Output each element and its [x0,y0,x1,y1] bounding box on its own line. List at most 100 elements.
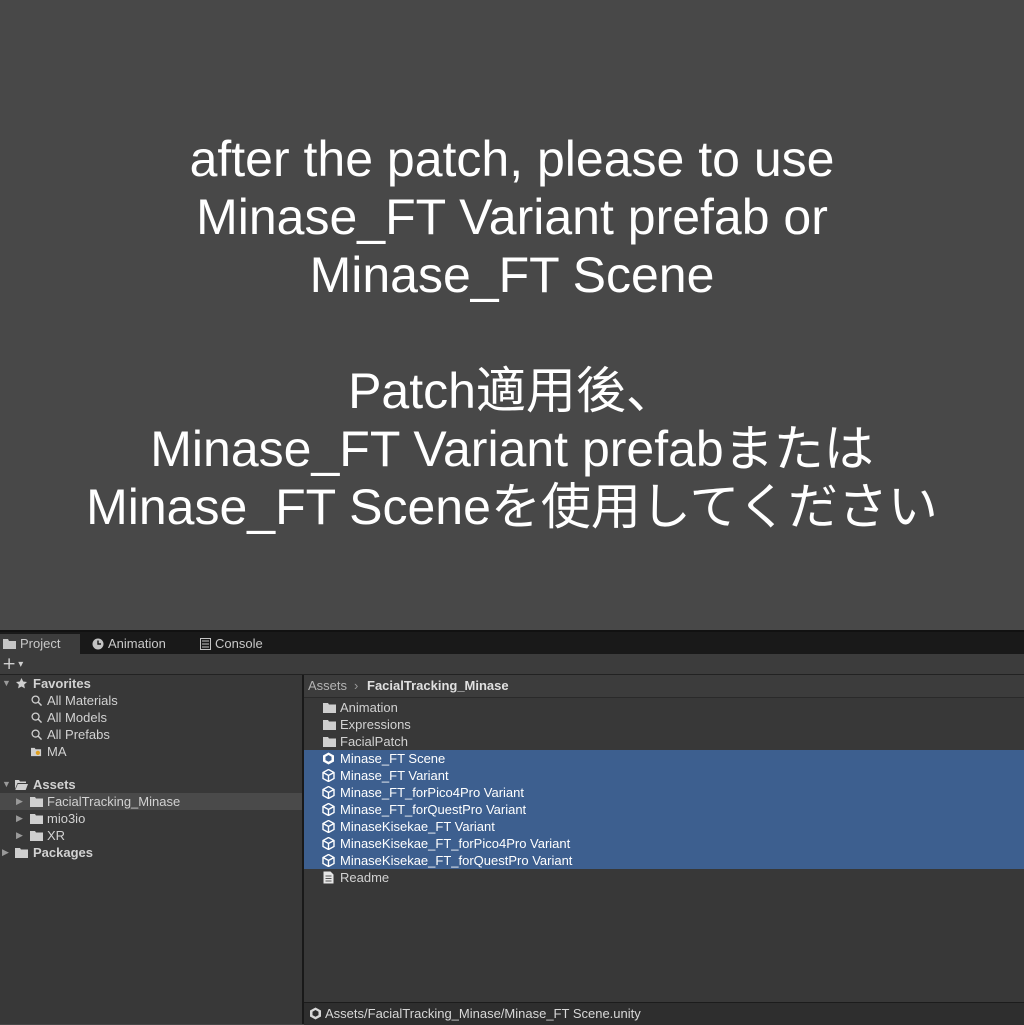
create-button[interactable]: + ▾ [2,654,32,674]
breadcrumb-root[interactable]: Assets [308,675,347,697]
tab-console-label: Console [215,636,263,651]
tree-item-all-materials[interactable]: All Materials [0,692,302,709]
instruction-banner: after the patch, please to use Minase_FT… [0,0,1024,630]
tree-item-label: XR [47,828,66,843]
plus-icon: + [2,654,17,674]
search-icon [31,695,42,706]
tree-favorites[interactable]: ▼ Favorites [0,675,302,692]
list-item-label: Minase_FT_forQuestPro Variant [340,802,527,817]
tree-item-label: MA [47,744,67,759]
folder-icon [15,848,28,858]
tree-item-all-models[interactable]: All Models [0,709,302,726]
asset-path-label: Assets/FacialTracking_Minase/Minase_FT S… [325,1006,641,1021]
list-item-label: MinaseKisekae_FT_forPico4Pro Variant [340,836,571,851]
list-item-selected[interactable]: Minase_FT_forPico4Pro Variant [304,784,1024,801]
tree-item-label: FacialTracking_Minase [47,794,181,809]
tree-assets-label: Assets [33,777,76,792]
folder-icon [30,814,43,824]
banner-line-4: Patch適用後、 [348,363,676,419]
list-item-label: Readme [340,870,390,885]
list-item-label: MinaseKisekae_FT_forQuestPro Variant [340,853,573,868]
tree-item-mio3io[interactable]: ▶ mio3io [0,810,302,827]
search-icon [31,729,42,740]
asset-list-panel: Assets › FacialTracking_Minase Animation… [304,675,1024,1025]
tree-item-label: mio3io [47,811,86,826]
prefab-variant-icon [322,854,335,867]
list-item[interactable]: Readme [304,869,1024,886]
banner-line-3: Minase_FT Scene [309,247,715,303]
list-item-label: MinaseKisekae_FT Variant [340,819,495,834]
list-item-label: Minase_FT_forPico4Pro Variant [340,785,525,800]
list-item[interactable]: Expressions [304,716,1024,733]
tree-item-ma[interactable]: MA [0,743,302,760]
text-document-icon [323,871,334,884]
prefab-variant-icon [322,786,335,799]
list-item-selected[interactable]: MinaseKisekae_FT_forPico4Pro Variant [304,835,1024,852]
folder-icon [30,831,43,841]
tree-item-label: All Models [47,710,107,725]
tree-favorites-label: Favorites [33,676,91,691]
breadcrumb-current[interactable]: FacialTracking_Minase [367,675,509,697]
folder-icon [3,639,16,649]
expand-arrow-icon[interactable]: ▼ [2,776,11,793]
tab-console[interactable]: Console [198,634,283,654]
list-item-label: Minase_FT Scene [340,751,446,766]
expand-arrow-icon[interactable]: ▶ [16,827,23,844]
folder-tree: ▼ Favorites All Materials All Models All… [0,675,302,1024]
tree-packages-label: Packages [33,845,93,860]
project-window: Project Animation Console + ▾ ▼ Favorites… [0,630,1024,1025]
expand-arrow-icon[interactable]: ▶ [16,793,23,810]
list-item-selected[interactable]: Minase_FT Scene [304,750,1024,767]
open-folder-icon [15,780,28,790]
clock-icon [92,638,104,650]
console-icon [200,638,211,650]
banner-line-1: after the patch, please to use [189,131,835,187]
tree-item-label: All Materials [47,693,118,708]
expand-arrow-icon[interactable]: ▶ [16,810,23,827]
list-item-selected[interactable]: Minase_FT Variant [304,767,1024,784]
prefab-variant-icon [322,820,335,833]
tab-project-label: Project [20,636,61,651]
tab-bar: Project Animation Console [0,630,1024,654]
banner-line-6: Minase_FT Sceneを使用してください [86,479,938,535]
banner-line-2: Minase_FT Variant prefab or [196,189,828,245]
unity-scene-icon [323,752,334,765]
expand-arrow-icon[interactable]: ▶ [2,844,9,861]
search-icon [31,712,42,723]
list-item[interactable]: Animation [304,699,1024,716]
tree-packages[interactable]: ▶ Packages [0,844,302,861]
folder-icon [323,703,336,713]
prefab-variant-icon [322,803,335,816]
list-item-label: Animation [340,700,398,715]
list-item-label: Minase_FT Variant [340,768,449,783]
prefab-variant-icon [322,837,335,850]
list-item-selected[interactable]: MinaseKisekae_FT_forQuestPro Variant [304,852,1024,869]
project-toolbar: + ▾ [0,654,1024,675]
tree-assets[interactable]: ▼ Assets [0,776,302,793]
tab-animation[interactable]: Animation [90,634,185,654]
tree-item-xr[interactable]: ▶ XR [0,827,302,844]
breadcrumb: Assets › FacialTracking_Minase [304,675,1024,698]
list-item-selected[interactable]: MinaseKisekae_FT Variant [304,818,1024,835]
folder-icon [323,737,336,747]
unity-scene-icon [310,1007,321,1020]
folder-icon [30,797,43,807]
folder-icon [323,720,336,730]
tree-item-label: All Prefabs [47,727,110,742]
folder-search-icon [31,747,42,757]
asset-path-status: Assets/FacialTracking_Minase/Minase_FT S… [304,1002,1024,1025]
tab-animation-label: Animation [108,636,166,651]
list-item[interactable]: FacialPatch [304,733,1024,750]
list-item-label: FacialPatch [340,734,408,749]
list-item-selected[interactable]: Minase_FT_forQuestPro Variant [304,801,1024,818]
tab-project[interactable]: Project [0,634,80,654]
chevron-down-icon: ▾ [18,659,24,670]
list-item-label: Expressions [340,717,411,732]
banner-line-5: Minase_FT Variant prefabまたは [150,421,874,477]
tree-item-facialtracking-minase[interactable]: ▶ FacialTracking_Minase [0,793,302,810]
breadcrumb-separator-icon: › [354,678,359,693]
star-icon [16,678,27,689]
tree-item-all-prefabs[interactable]: All Prefabs [0,726,302,743]
expand-arrow-icon[interactable]: ▼ [2,675,11,692]
prefab-variant-icon [322,769,335,782]
